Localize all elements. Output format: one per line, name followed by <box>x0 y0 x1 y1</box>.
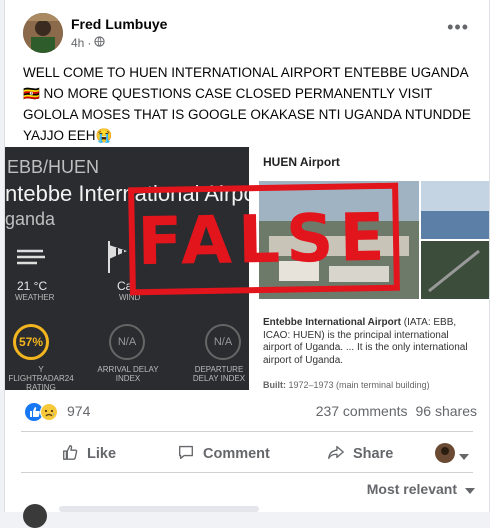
like-button[interactable]: Like <box>61 443 116 465</box>
post-time[interactable]: 4h <box>71 36 84 50</box>
thumbs-up-icon <box>61 443 79 465</box>
weather-icon <box>15 247 47 272</box>
sad-reaction-icon <box>40 403 58 426</box>
built-info: Built: 1972–1973 (main terminal building… <box>263 380 430 390</box>
like-label: Like <box>87 446 117 462</box>
comment-label: Comment <box>203 446 270 462</box>
post-text-line: YAJJO EEH😭 <box>23 128 113 143</box>
airport-country: ganda <box>5 209 56 229</box>
globe-icon[interactable] <box>94 36 105 50</box>
react-as-selector[interactable] <box>435 443 469 468</box>
built-value: 1972–1973 (main terminal building) <box>286 380 430 390</box>
author-name[interactable]: Fred Lumbuye <box>71 16 167 32</box>
rating-gauge: 57% <box>13 324 49 360</box>
action-bar: Like Comment Share <box>5 433 489 471</box>
caret-down-icon <box>459 447 469 465</box>
comment-preview[interactable] <box>59 506 259 512</box>
post-text-line: WELL COME TO HUEN INTERNATIONAL AIRPORT … <box>23 65 469 80</box>
comment-button[interactable]: Comment <box>177 443 270 465</box>
comment-icon <box>177 443 195 465</box>
share-button[interactable]: Share <box>327 443 393 465</box>
weather-label: WEATHER <box>15 293 55 302</box>
reaction-count[interactable]: 974 <box>67 403 90 419</box>
engagement-stats: 237 comments 96 shares <box>316 403 477 419</box>
share-label: Share <box>353 446 394 462</box>
share-icon <box>327 443 345 465</box>
post-text-line: 🇺🇬 NO MORE QUESTIONS CASE CLOSED PERMANE… <box>23 86 433 101</box>
divider <box>21 431 473 432</box>
windsock-icon <box>105 239 131 278</box>
arrival-gauge: N/A <box>109 324 145 360</box>
post-text-line: GOLOLA MOSES THAT IS GOOGLE OKAKASE NTI … <box>23 107 471 122</box>
rating-label: Y FLIGHTRADAR24 RATING <box>8 365 74 390</box>
comments-count[interactable]: 237 comments <box>316 403 408 419</box>
post-meta: 4h · <box>71 36 105 50</box>
wiki-bold: Entebbe International Airport <box>263 317 401 328</box>
reactions-row: 974 237 comments 96 shares <box>5 393 489 429</box>
airport-code: EBB/HUEN <box>7 157 100 177</box>
post-card: Fred Lumbuye 4h · ••• WELL COME TO HUEN … <box>4 0 490 528</box>
reaction-icons[interactable] <box>25 403 58 426</box>
post-text: WELL COME TO HUEN INTERNATIONAL AIRPORT … <box>23 62 475 146</box>
shares-count[interactable]: 96 shares <box>416 403 477 419</box>
avatar[interactable] <box>23 13 63 53</box>
caret-down-icon <box>465 481 475 497</box>
stamp-text: FALSE <box>136 198 392 280</box>
comment-sort-dropdown[interactable]: Most relevant <box>367 481 475 497</box>
departure-label: DEPARTURE DELAY INDEX <box>192 365 246 383</box>
temperature-value: 21 °C <box>17 279 48 293</box>
divider <box>21 472 473 473</box>
profile-avatar-small <box>435 443 455 468</box>
false-stamp: FALSE <box>128 182 400 296</box>
commenter-avatar[interactable] <box>23 504 47 528</box>
panel-title: HUEN Airport <box>263 155 340 169</box>
post-image[interactable]: EBB/HUEN ntebbe International Airport ga… <box>5 147 489 390</box>
sort-label: Most relevant <box>366 481 457 497</box>
more-options-icon[interactable]: ••• <box>447 18 469 36</box>
departure-gauge: N/A <box>205 324 241 360</box>
built-label: Built: <box>263 380 286 390</box>
separator-dot: · <box>87 36 92 50</box>
wiki-snippet: Entebbe International Airport (IATA: EBB… <box>263 317 477 367</box>
arrival-label: ARRIVAL DELAY INDEX <box>97 365 159 383</box>
